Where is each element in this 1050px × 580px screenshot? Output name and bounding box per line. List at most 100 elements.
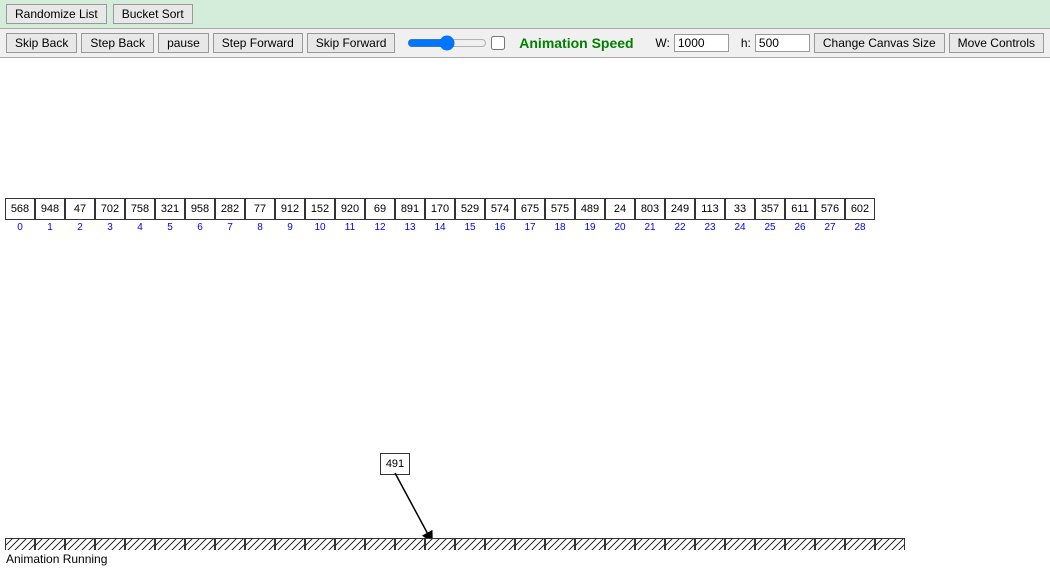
cell-box: 611 — [785, 198, 815, 220]
cell-box: 33 — [725, 198, 755, 220]
cell-box: 758 — [125, 198, 155, 220]
cell-box: 77 — [245, 198, 275, 220]
cell-index: 1 — [47, 222, 53, 233]
step-forward-button[interactable]: Step Forward — [213, 33, 303, 53]
cell-index: 6 — [197, 222, 203, 233]
cell-index: 26 — [794, 222, 805, 233]
bucket-sort-button[interactable]: Bucket Sort — [113, 4, 193, 24]
cell-box: 958 — [185, 198, 215, 220]
array-cell: 611 26 — [785, 198, 815, 233]
cell-index: 24 — [734, 222, 745, 233]
array-cell: 702 3 — [95, 198, 125, 233]
cell-box: 489 — [575, 198, 605, 220]
array-cell: 948 1 — [35, 198, 65, 233]
cell-box: 920 — [335, 198, 365, 220]
array-cell: 489 19 — [575, 198, 605, 233]
cell-box: 529 — [455, 198, 485, 220]
cell-box: 170 — [425, 198, 455, 220]
w-input[interactable] — [674, 34, 729, 52]
cell-box: 113 — [695, 198, 725, 220]
cell-index: 16 — [494, 222, 505, 233]
array-cell: 568 0 — [5, 198, 35, 233]
cell-box: 24 — [605, 198, 635, 220]
skip-back-button[interactable]: Skip Back — [6, 33, 77, 53]
cell-index: 9 — [287, 222, 293, 233]
cell-box: 891 — [395, 198, 425, 220]
cell-index: 22 — [674, 222, 685, 233]
move-controls-button[interactable]: Move Controls — [949, 33, 1044, 53]
cell-index: 14 — [434, 222, 445, 233]
status-bar: Animation Running — [0, 550, 1050, 568]
change-canvas-button[interactable]: Change Canvas Size — [814, 33, 945, 53]
array-cell: 24 20 — [605, 198, 635, 233]
array-cell: 891 13 — [395, 198, 425, 233]
main-canvas: 568 0 948 1 47 2 702 3 758 4 321 5 958 6… — [0, 58, 1050, 568]
array-cell: 77 8 — [245, 198, 275, 233]
array-cell: 33 24 — [725, 198, 755, 233]
cell-box: 575 — [545, 198, 575, 220]
status-text: Animation Running — [6, 552, 107, 566]
array-cell: 113 23 — [695, 198, 725, 233]
cell-index: 18 — [554, 222, 565, 233]
array-cell: 920 11 — [335, 198, 365, 233]
pause-button[interactable]: pause — [158, 33, 209, 53]
cell-index: 15 — [464, 222, 475, 233]
cell-box: 675 — [515, 198, 545, 220]
cell-box: 249 — [665, 198, 695, 220]
cell-index: 19 — [584, 222, 595, 233]
cell-box: 568 — [5, 198, 35, 220]
skip-forward-button[interactable]: Skip Forward — [307, 33, 396, 53]
array-cell: 958 6 — [185, 198, 215, 233]
array-cell: 282 7 — [215, 198, 245, 233]
h-input[interactable] — [755, 34, 810, 52]
cell-index: 28 — [854, 222, 865, 233]
cell-index: 10 — [314, 222, 325, 233]
cell-box: 47 — [65, 198, 95, 220]
array-cell: 357 25 — [755, 198, 785, 233]
cell-box: 602 — [845, 198, 875, 220]
h-label: h: — [741, 36, 751, 50]
cell-index: 8 — [257, 222, 263, 233]
cell-index: 3 — [107, 222, 113, 233]
array-cell: 602 28 — [845, 198, 875, 233]
cell-box: 69 — [365, 198, 395, 220]
cell-index: 4 — [137, 222, 143, 233]
cell-box: 948 — [35, 198, 65, 220]
cell-index: 12 — [374, 222, 385, 233]
cell-index: 21 — [644, 222, 655, 233]
array-cell: 529 15 — [455, 198, 485, 233]
speed-control — [407, 35, 505, 51]
cell-box: 912 — [275, 198, 305, 220]
cell-index: 23 — [704, 222, 715, 233]
cell-box: 576 — [815, 198, 845, 220]
cell-box: 803 — [635, 198, 665, 220]
speed-checkbox[interactable] — [491, 36, 505, 50]
array-cell: 69 12 — [365, 198, 395, 233]
floating-cell-value: 491 — [386, 458, 404, 470]
array-cell: 675 17 — [515, 198, 545, 233]
array-cell: 576 27 — [815, 198, 845, 233]
cell-index: 13 — [404, 222, 415, 233]
array-cell: 574 16 — [485, 198, 515, 233]
cell-index: 5 — [167, 222, 173, 233]
cell-box: 152 — [305, 198, 335, 220]
step-back-button[interactable]: Step Back — [81, 33, 154, 53]
top-toolbar: Randomize List Bucket Sort — [0, 0, 1050, 29]
randomize-list-button[interactable]: Randomize List — [6, 4, 107, 24]
cell-box: 702 — [95, 198, 125, 220]
speed-slider[interactable] — [407, 35, 487, 51]
cell-box: 321 — [155, 198, 185, 220]
floating-cell-box: 491 — [380, 453, 410, 475]
array-cell: 47 2 — [65, 198, 95, 233]
cell-box: 282 — [215, 198, 245, 220]
array-cell: 152 10 — [305, 198, 335, 233]
cell-index: 17 — [524, 222, 535, 233]
floating-element: 491 — [380, 453, 410, 475]
array-cell: 912 9 — [275, 198, 305, 233]
arrow-svg — [375, 468, 455, 548]
cell-box: 574 — [485, 198, 515, 220]
cell-index: 27 — [824, 222, 835, 233]
array-cell: 249 22 — [665, 198, 695, 233]
cell-index: 7 — [227, 222, 233, 233]
array-cell: 803 21 — [635, 198, 665, 233]
